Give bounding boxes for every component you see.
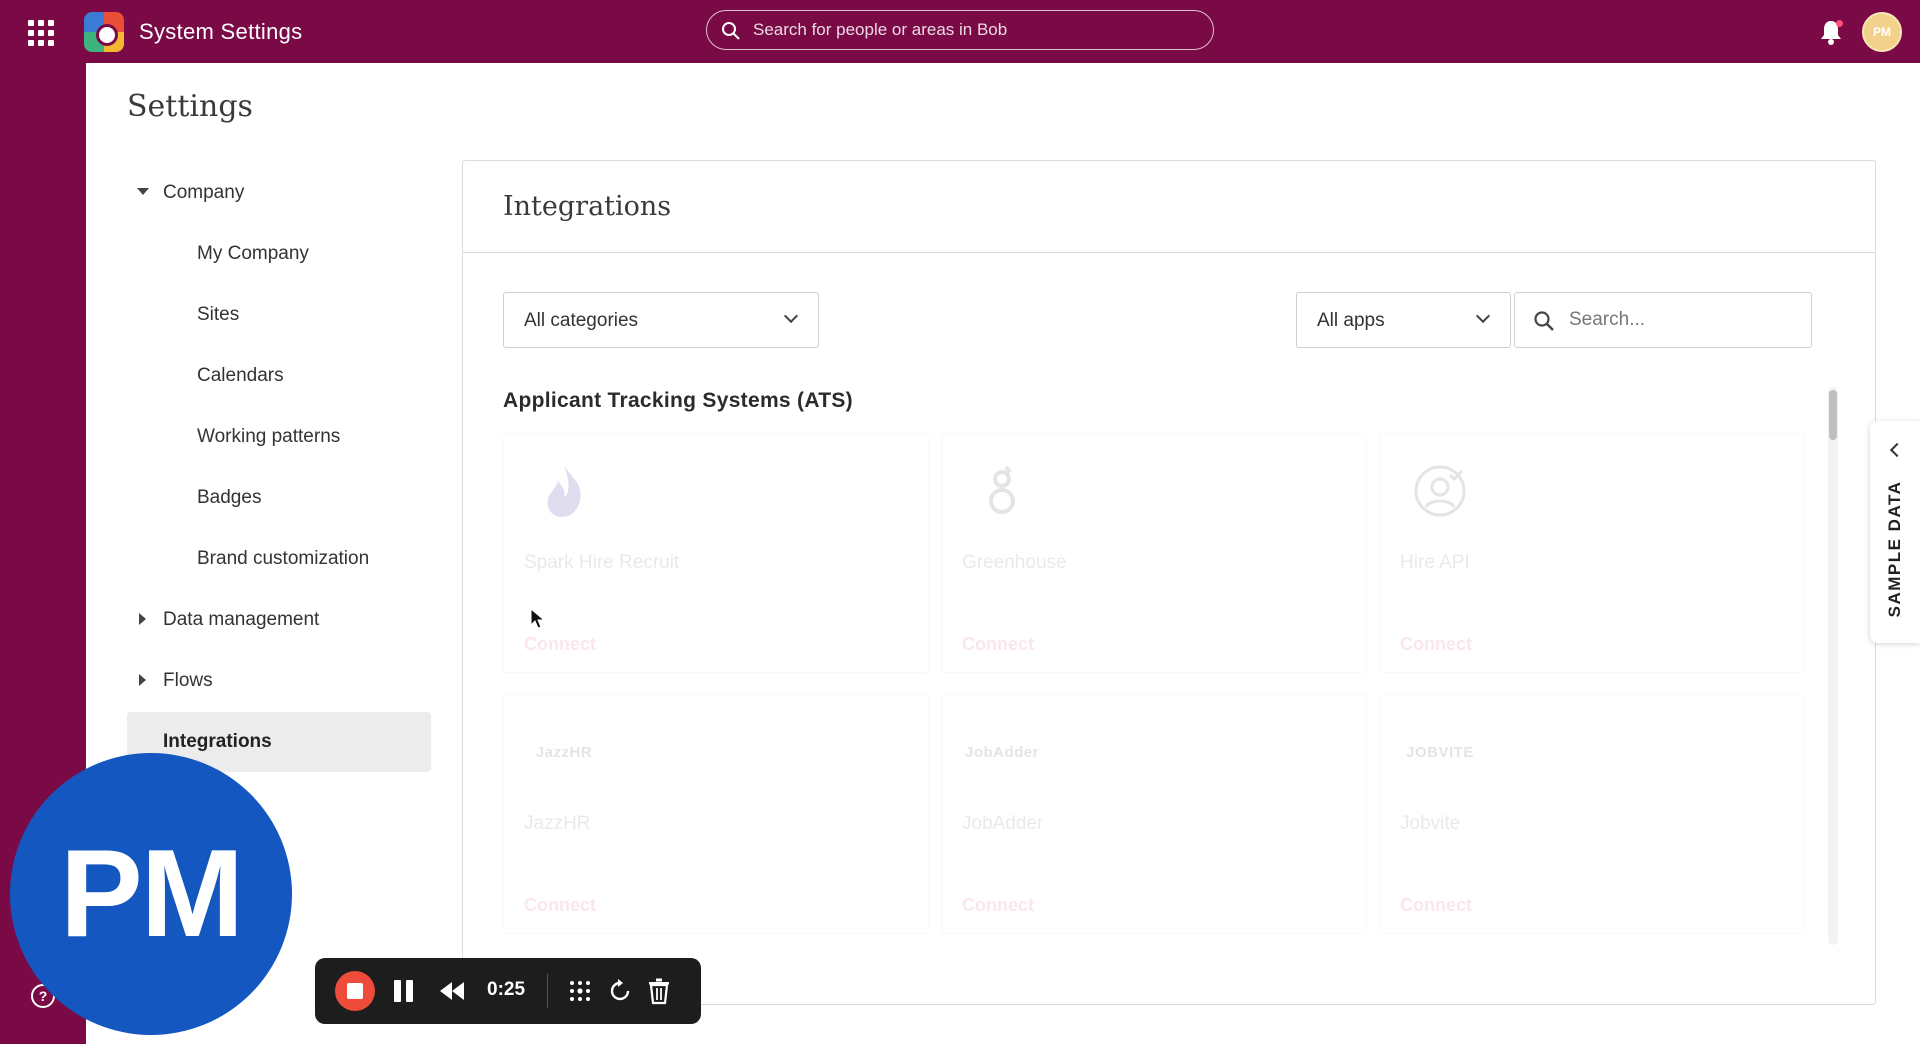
jobadder-logo-icon: JobAdder bbox=[962, 719, 1042, 785]
nav-item-sites[interactable]: Sites bbox=[127, 285, 431, 345]
nav-item-working-patterns[interactable]: Working patterns bbox=[127, 407, 431, 467]
nav-section-company[interactable]: Company bbox=[127, 163, 431, 223]
webcam-bubble[interactable]: PM bbox=[10, 753, 292, 1035]
integrations-search[interactable] bbox=[1514, 292, 1812, 348]
integration-card[interactable]: Greenhouse Connect bbox=[941, 433, 1367, 673]
caret-right-icon bbox=[139, 674, 146, 686]
connect-link[interactable]: Connect bbox=[1400, 634, 1472, 655]
caret-right-icon bbox=[139, 613, 146, 625]
nav-label: My Company bbox=[197, 243, 309, 264]
integration-name: Spark Hire Recruit bbox=[524, 552, 680, 573]
apps-select[interactable]: All apps bbox=[1296, 292, 1511, 348]
group-title: Applicant Tracking Systems (ATS) bbox=[503, 389, 853, 412]
scrollbar-thumb[interactable] bbox=[1829, 390, 1837, 440]
toolbar-divider bbox=[547, 974, 548, 1008]
integration-card[interactable]: Hire API Connect bbox=[1379, 433, 1805, 673]
app-logo[interactable] bbox=[84, 12, 124, 52]
category-select-value: All categories bbox=[524, 310, 639, 331]
jobvite-wordmark: JOBVITE bbox=[1406, 743, 1474, 761]
jobadder-wordmark: JobAdder bbox=[964, 743, 1039, 761]
nav-label: Brand customization bbox=[197, 548, 370, 569]
pause-icon[interactable] bbox=[394, 980, 414, 1002]
integration-card[interactable]: Spark Hire Recruit Connect bbox=[503, 433, 929, 673]
nav-label: Flows bbox=[163, 670, 213, 691]
integration-card[interactable]: JobAdder JobAdder Connect bbox=[941, 694, 1367, 934]
chevron-down-icon bbox=[1475, 308, 1491, 324]
trash-icon[interactable] bbox=[647, 977, 671, 1005]
integration-name: Jobvite bbox=[1400, 813, 1461, 834]
nav-label: Calendars bbox=[197, 365, 284, 386]
nav-label: Badges bbox=[197, 487, 262, 508]
rewind-icon[interactable] bbox=[439, 980, 465, 1002]
stop-recording-button[interactable] bbox=[335, 971, 375, 1011]
search-icon bbox=[1534, 311, 1554, 331]
nav-label: Data management bbox=[163, 609, 320, 630]
category-select[interactable]: All categories bbox=[503, 292, 819, 348]
nav-item-brand-customization[interactable]: Brand customization bbox=[127, 529, 431, 589]
screen-recorder-toolbar: 0:25 bbox=[315, 958, 701, 1024]
integration-name: JobAdder bbox=[962, 813, 1044, 834]
jobvite-logo-icon: JOBVITE bbox=[1400, 719, 1480, 785]
integrations-search-input[interactable] bbox=[1569, 308, 1789, 332]
apps-select-value: All apps bbox=[1317, 310, 1385, 331]
connect-link[interactable]: Connect bbox=[962, 895, 1034, 916]
greenhouse-logo-icon bbox=[962, 458, 1042, 524]
sample-data-label: SAMPLE DATA bbox=[1885, 480, 1904, 618]
global-search-input[interactable] bbox=[753, 19, 1193, 41]
nav-item-calendars[interactable]: Calendars bbox=[127, 346, 431, 406]
flame-logo-icon bbox=[524, 458, 604, 524]
integration-name: Hire API bbox=[1400, 552, 1470, 573]
nav-label: Company bbox=[163, 182, 245, 203]
main-content: Settings Company My Company Sites Calend… bbox=[86, 63, 1920, 1044]
integration-name: Greenhouse bbox=[962, 552, 1067, 573]
nav-item-my-company[interactable]: My Company bbox=[127, 224, 431, 284]
restart-icon[interactable] bbox=[607, 978, 633, 1004]
integration-card[interactable]: JazzHR JazzHR Connect bbox=[503, 694, 929, 934]
jazzhr-logo-icon: JazzHR bbox=[524, 719, 604, 785]
panel-title: Integrations bbox=[503, 191, 672, 222]
scrollbar-track[interactable] bbox=[1828, 387, 1838, 945]
jazzhr-wordmark: JazzHR bbox=[535, 743, 593, 761]
integration-card[interactable]: JOBVITE Jobvite Connect bbox=[1379, 694, 1805, 934]
connect-link[interactable]: Connect bbox=[524, 634, 596, 655]
person-check-logo-icon bbox=[1400, 458, 1480, 524]
apps-grid-icon[interactable] bbox=[28, 20, 54, 46]
top-bar: System Settings PM bbox=[0, 0, 1920, 63]
connect-link[interactable]: Connect bbox=[1400, 895, 1472, 916]
nav-label: Sites bbox=[197, 304, 240, 325]
recording-timer: 0:25 bbox=[487, 979, 526, 1000]
user-avatar[interactable]: PM bbox=[1862, 12, 1902, 52]
nav-section-flows[interactable]: Flows bbox=[127, 651, 431, 711]
global-search[interactable] bbox=[706, 10, 1214, 50]
panel-header: Integrations bbox=[463, 161, 1875, 253]
nav-item-badges[interactable]: Badges bbox=[127, 468, 431, 528]
integrations-panel: Integrations All categories All apps App… bbox=[462, 160, 1876, 1005]
search-icon bbox=[722, 22, 740, 40]
draw-tools-icon[interactable] bbox=[567, 978, 593, 1004]
app-title: System Settings bbox=[139, 19, 303, 44]
caret-down-icon bbox=[137, 188, 149, 195]
connect-link[interactable]: Connect bbox=[524, 895, 596, 916]
nav-label: Working patterns bbox=[197, 426, 341, 447]
nav-section-data-management[interactable]: Data management bbox=[127, 590, 431, 650]
chevron-down-icon bbox=[783, 308, 799, 324]
sample-data-tab[interactable]: SAMPLE DATA bbox=[1870, 421, 1920, 643]
integration-name: JazzHR bbox=[524, 813, 591, 834]
connect-link[interactable]: Connect bbox=[962, 634, 1034, 655]
chevron-left-icon bbox=[1889, 442, 1905, 458]
mouse-cursor-icon bbox=[530, 608, 546, 629]
nav-label: Integrations bbox=[163, 731, 272, 752]
notification-dot bbox=[1836, 20, 1843, 27]
page-title: Settings bbox=[127, 89, 253, 124]
